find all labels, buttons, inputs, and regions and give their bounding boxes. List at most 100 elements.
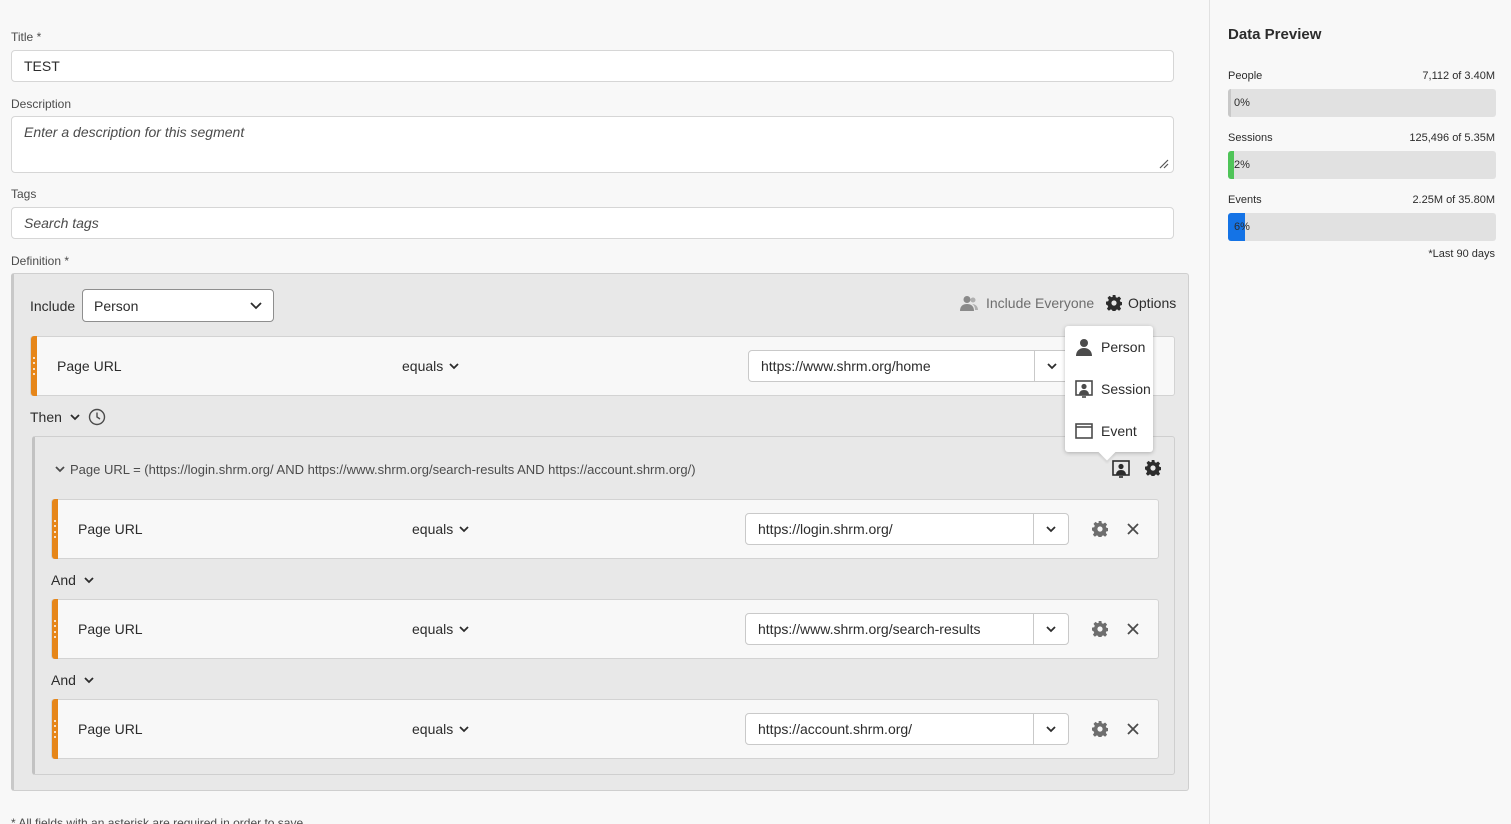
gear-icon[interactable] <box>1092 521 1108 537</box>
tags-search-input[interactable]: Search tags <box>11 207 1174 239</box>
resize-handle-icon[interactable] <box>1159 159 1169 169</box>
sessions-value: 125,496 of 5.35M <box>1409 132 1495 144</box>
close-icon[interactable] <box>1127 523 1139 535</box>
definition-label: Definition * <box>11 254 69 268</box>
events-value: 2.25M of 35.80M <box>1412 194 1495 206</box>
rule-row[interactable]: Page URL equals https://www.shrm.org/hom… <box>30 336 1175 396</box>
value-combobox[interactable]: https://www.shrm.org/home <box>748 350 1070 382</box>
required-fields-note: * All fields with an asterisk are requir… <box>11 816 307 824</box>
description-textarea[interactable]: Enter a description for this segment <box>11 116 1174 173</box>
event-icon <box>1075 423 1093 439</box>
menu-item-label: Person <box>1101 339 1146 355</box>
rule-row[interactable]: Page URL equals https://account.shrm.org… <box>51 699 1159 759</box>
person-icon <box>1076 339 1092 356</box>
menu-item-session[interactable]: Session <box>1075 380 1151 398</box>
chevron-down-icon <box>70 413 80 420</box>
people-label: People <box>1228 70 1263 82</box>
chevron-down-icon <box>459 725 469 732</box>
chevron-down-icon <box>55 466 65 473</box>
include-select[interactable]: Person <box>82 289 274 322</box>
include-select-value: Person <box>94 297 139 314</box>
value-dropdown-button[interactable] <box>1033 714 1068 744</box>
description-placeholder: Enter a description for this segment <box>24 124 245 140</box>
menu-item-label: Event <box>1101 423 1137 439</box>
value-input[interactable]: https://www.shrm.org/home <box>749 358 1034 374</box>
chevron-down-icon <box>1046 725 1056 732</box>
container-context-menu: Person Session Event <box>1065 326 1153 461</box>
value-input[interactable]: https://account.shrm.org/ <box>746 721 1033 737</box>
container-title: Page URL = (https://login.shrm.org/ AND … <box>70 462 696 477</box>
events-label: Events <box>1228 194 1262 206</box>
menu-item-event[interactable]: Event <box>1075 422 1137 440</box>
people-percent: 0% <box>1234 97 1250 109</box>
drag-handle[interactable] <box>52 599 58 659</box>
drag-handle[interactable] <box>31 336 37 396</box>
required-mark: * <box>36 30 42 44</box>
operator-label: equals <box>412 521 454 537</box>
events-percent: 6% <box>1234 221 1250 233</box>
tags-label: Tags <box>11 187 37 201</box>
operator-select[interactable]: equals <box>412 521 469 537</box>
value-dropdown-button[interactable] <box>1033 614 1068 644</box>
chevron-down-icon <box>1047 362 1057 369</box>
chevron-down-icon <box>1046 625 1056 632</box>
and-operator[interactable]: And <box>51 572 94 588</box>
rule-dimension[interactable]: Page URL <box>57 358 122 374</box>
definition-label-text: Definition <box>11 254 62 268</box>
required-mark: * <box>64 254 70 268</box>
container-header[interactable]: Page URL = (https://login.shrm.org/ AND … <box>55 462 696 477</box>
tags-placeholder: Search tags <box>24 215 99 231</box>
sessions-percent: 2% <box>1234 159 1250 171</box>
then-label: Then <box>30 409 62 425</box>
chevron-down-icon <box>250 301 262 309</box>
people-icon <box>960 296 978 311</box>
gear-icon[interactable] <box>1092 621 1108 637</box>
rule-dimension[interactable]: Page URL <box>78 621 143 637</box>
title-label-text: Title <box>11 30 34 44</box>
people-value: 7,112 of 3.40M <box>1422 70 1495 82</box>
then-operator[interactable]: Then <box>30 408 106 426</box>
rule-dimension[interactable]: Page URL <box>78 721 143 737</box>
and-operator[interactable]: And <box>51 672 94 688</box>
title-input[interactable]: TEST <box>11 50 1174 82</box>
close-icon[interactable] <box>1127 623 1139 635</box>
menu-item-label: Session <box>1101 381 1151 397</box>
operator-label: equals <box>412 721 454 737</box>
value-input[interactable]: https://www.shrm.org/search-results <box>746 621 1033 637</box>
drag-handle[interactable] <box>52 499 58 559</box>
options-label: Options <box>1128 295 1177 311</box>
options-button[interactable]: Options <box>1106 295 1176 311</box>
session-icon <box>1075 380 1093 398</box>
data-preview-panel: Data Preview People 7,112 of 3.40M 0% Se… <box>1209 0 1511 824</box>
close-icon[interactable] <box>1127 723 1139 735</box>
value-dropdown-button[interactable] <box>1033 514 1068 544</box>
rule-row[interactable]: Page URL equals https://www.shrm.org/sea… <box>51 599 1159 659</box>
operator-select[interactable]: equals <box>412 621 469 637</box>
menu-item-person[interactable]: Person <box>1075 338 1145 356</box>
sessions-label: Sessions <box>1228 132 1273 144</box>
session-context-icon[interactable] <box>1112 460 1130 478</box>
title-value: TEST <box>24 58 60 74</box>
drag-handle[interactable] <box>52 699 58 759</box>
value-input[interactable]: https://login.shrm.org/ <box>746 521 1033 537</box>
gear-icon[interactable] <box>1145 460 1161 476</box>
definition-container: Include Person Include Everyone Options … <box>11 273 1189 791</box>
value-combobox[interactable]: https://account.shrm.org/ <box>745 713 1069 745</box>
operator-select[interactable]: equals <box>412 721 469 737</box>
rule-dimension[interactable]: Page URL <box>78 521 143 537</box>
value-combobox[interactable]: https://www.shrm.org/search-results <box>745 613 1069 645</box>
operator-select[interactable]: equals <box>402 358 459 374</box>
gear-icon <box>1106 295 1122 311</box>
chevron-down-icon <box>1046 525 1056 532</box>
events-progress-bar: 6% <box>1228 213 1496 241</box>
gear-icon[interactable] <box>1092 721 1108 737</box>
clock-icon[interactable] <box>88 408 106 426</box>
rule-row[interactable]: Page URL equals https://login.shrm.org/ <box>51 499 1159 559</box>
value-combobox[interactable]: https://login.shrm.org/ <box>745 513 1069 545</box>
and-label: And <box>51 572 76 588</box>
and-label: And <box>51 672 76 688</box>
last-90-days-note: *Last 90 days <box>1428 248 1495 260</box>
chevron-down-icon <box>459 525 469 532</box>
include-everyone-button[interactable]: Include Everyone <box>960 295 1094 311</box>
value-dropdown-button[interactable] <box>1034 351 1069 381</box>
